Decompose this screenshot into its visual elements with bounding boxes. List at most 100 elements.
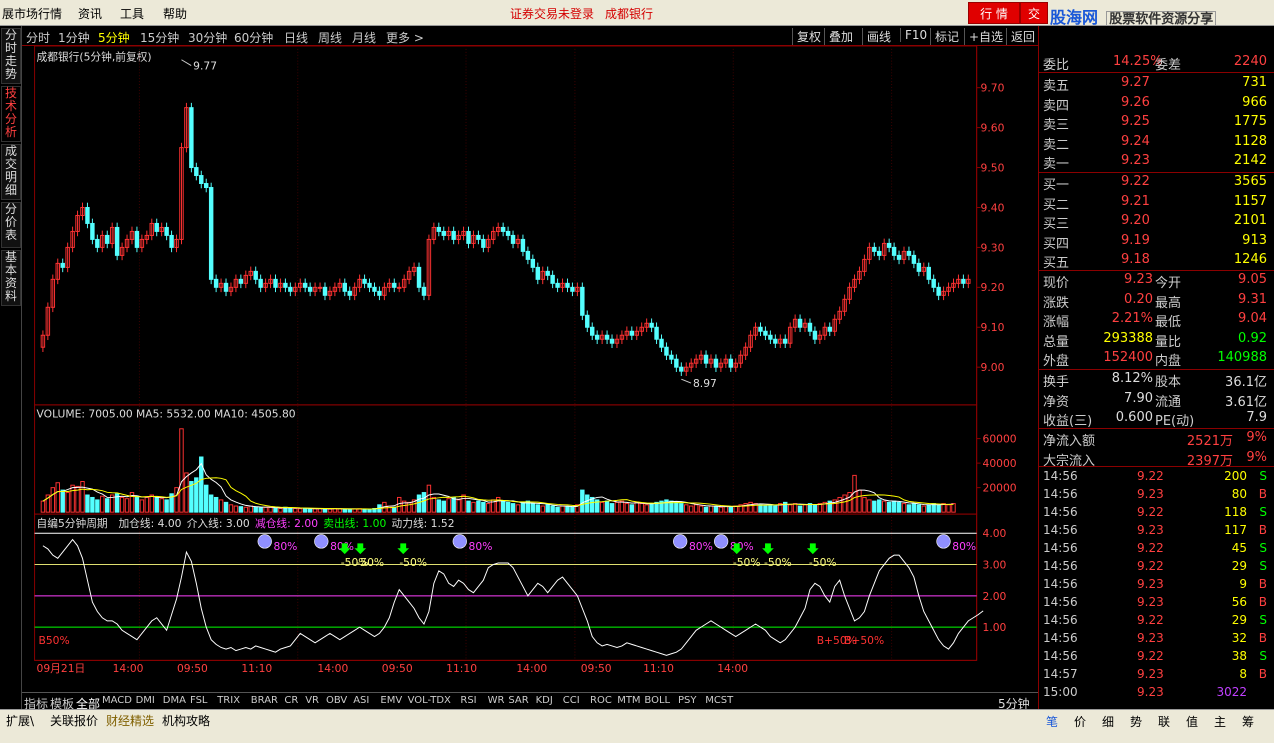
period-4[interactable]: 30分钟 (188, 29, 227, 46)
candle-body (797, 318, 803, 328)
right-tab-2[interactable]: 细 (1102, 713, 1114, 730)
tab-trade-detail[interactable]: 成交明细 (1, 144, 21, 200)
indicator-tab-7[interactable]: TRIX (217, 695, 240, 706)
candle-body (827, 326, 832, 332)
right-tab-3[interactable]: 势 (1130, 713, 1142, 730)
quote-value: 2.21% (1111, 311, 1153, 326)
tab-intraday[interactable]: 分时走势 (1, 28, 21, 84)
period-3[interactable]: 15分钟 (140, 29, 179, 46)
indicator-tab-8[interactable]: BRAR (251, 695, 278, 706)
chart-btn-5[interactable]: +自选 (964, 28, 1003, 45)
volume-bar (65, 492, 70, 513)
menu-tools[interactable]: 工具 (120, 5, 144, 22)
candle-body (931, 278, 936, 288)
candle-body (604, 334, 610, 340)
indicator-tab-4[interactable]: DMI (136, 695, 155, 706)
menu-bar: 展市场行情 资讯 工具 帮助 证券交易未登录 成都银行 行 情 交 易 股海网 … (0, 0, 1274, 28)
menu-market[interactable]: 展市场行情 (2, 5, 62, 22)
right-tab-6[interactable]: 主 (1214, 713, 1226, 730)
indicator-tab-15[interactable]: RSI (460, 695, 476, 706)
right-tab-4[interactable]: 联 (1158, 713, 1170, 730)
candle-body (609, 338, 615, 344)
period-8[interactable]: 月线 (352, 29, 376, 46)
tick-side: S (1259, 505, 1267, 519)
right-tab-5[interactable]: 值 (1186, 713, 1198, 730)
period-0[interactable]: 分时 (26, 29, 50, 46)
indicator-tab-18[interactable]: KDJ (536, 695, 553, 706)
volume-bar (273, 507, 278, 513)
indicator-tab-9[interactable]: CR (284, 695, 298, 706)
candle-body (520, 238, 526, 252)
candle-body (768, 334, 773, 340)
candle-body (535, 266, 541, 280)
menu-help[interactable]: 帮助 (163, 5, 187, 22)
indicator-tab-22[interactable]: BOLL (644, 695, 670, 706)
indicator-tab-23[interactable]: PSY (678, 695, 697, 706)
volume-panel-frame (34, 404, 978, 515)
indicator-tab-17[interactable]: SAR (508, 695, 528, 706)
price-panel-frame (34, 46, 978, 406)
chart-btn-2[interactable]: 画线 (862, 28, 891, 45)
chart-btn-6[interactable]: 返回 (1006, 28, 1035, 45)
price-tick-label: 9.30 (981, 241, 1005, 254)
tab-quotes[interactable]: 行 情 (968, 2, 1020, 24)
indicator-tab-24[interactable]: MCST (705, 695, 733, 706)
tab-technical[interactable]: 技术分析 (1, 86, 21, 142)
period-6[interactable]: 日线 (284, 29, 308, 46)
volume-bar (787, 504, 793, 513)
candle-body (550, 274, 555, 284)
tab-fundamentals[interactable]: 基本资料 (1, 250, 21, 306)
candle-body (476, 234, 481, 240)
volume-bar (223, 501, 229, 513)
indicator-tab-11[interactable]: OBV (326, 695, 347, 706)
indicator-tab-21[interactable]: MTM (617, 695, 640, 706)
tab-price-table[interactable]: 分价表 (1, 202, 21, 248)
chart-btn-3[interactable]: F10 (900, 28, 927, 42)
indicator-tab-10[interactable]: VR (305, 695, 319, 706)
tick-row: 15:00 9.23 3022 (1041, 684, 1273, 703)
period-2[interactable]: 5分钟 (98, 29, 130, 46)
right-tab-1[interactable]: 价 (1074, 713, 1086, 730)
chart-btn-0[interactable]: 复权 (792, 28, 821, 45)
indicator-tab-19[interactable]: CCI (563, 695, 580, 706)
chart-btn-1[interactable]: 叠加 (824, 28, 853, 45)
ask-volume: 731 (1242, 75, 1267, 90)
indicator-tab-5[interactable]: DMA (163, 695, 186, 706)
tick-row: 14:56 9.23 9 B (1041, 576, 1273, 595)
chart-area[interactable]: 9.70 9.60 9.50 9.40 9.30 9.20 9.10 9.00 成都银行(5分钟… (22, 46, 1038, 676)
fund-label-2: PE(动) (1155, 414, 1195, 429)
bottom-finance-picks[interactable]: 财经精选 (106, 712, 154, 729)
volume-bar (179, 428, 184, 513)
face-marker-text: 80% (689, 540, 713, 553)
indicator-tab-12[interactable]: ASI (353, 695, 369, 706)
volume-bar (703, 506, 709, 513)
period-7[interactable]: 周线 (318, 29, 342, 46)
indicator-tab-20[interactable]: ROC (590, 695, 612, 706)
chart-btn-4[interactable]: 标记 (930, 28, 959, 45)
candle-body (649, 322, 654, 328)
time-label: 14:00 (717, 662, 748, 675)
indicator-tab-14[interactable]: VOL-TDX (408, 695, 451, 706)
indicator-tab-13[interactable]: EMV (380, 695, 402, 706)
volume-bar (580, 489, 585, 513)
period-9[interactable]: 更多 > (386, 29, 424, 46)
period-5[interactable]: 60分钟 (234, 29, 273, 46)
indicator-tab-3[interactable]: MACD (102, 695, 132, 706)
flow-label: 净流入额 (1043, 434, 1096, 449)
indicator-tab-6[interactable]: FSL (190, 695, 208, 706)
tick-time: 14:56 (1043, 577, 1078, 591)
indicator-tab-16[interactable]: WR (488, 695, 505, 706)
menu-news[interactable]: 资讯 (78, 5, 102, 22)
bid-volume: 1246 (1233, 252, 1267, 267)
bottom-institution[interactable]: 机构攻略 (162, 712, 210, 729)
volume-bar (500, 500, 506, 513)
right-tab-0[interactable]: 笔 (1046, 713, 1058, 730)
tab-trade[interactable]: 交 易 (1020, 2, 1048, 24)
indicator-add-line: 加仓线: 4.00 (118, 517, 181, 530)
bottom-expand[interactable]: 扩展\ (6, 712, 34, 729)
price-tick-label: 9.10 (981, 321, 1005, 334)
right-tab-7[interactable]: 筹 (1242, 713, 1254, 730)
period-1[interactable]: 1分钟 (58, 29, 90, 46)
candle-body (134, 230, 140, 248)
bottom-related-quotes[interactable]: 关联报价 (50, 712, 98, 729)
